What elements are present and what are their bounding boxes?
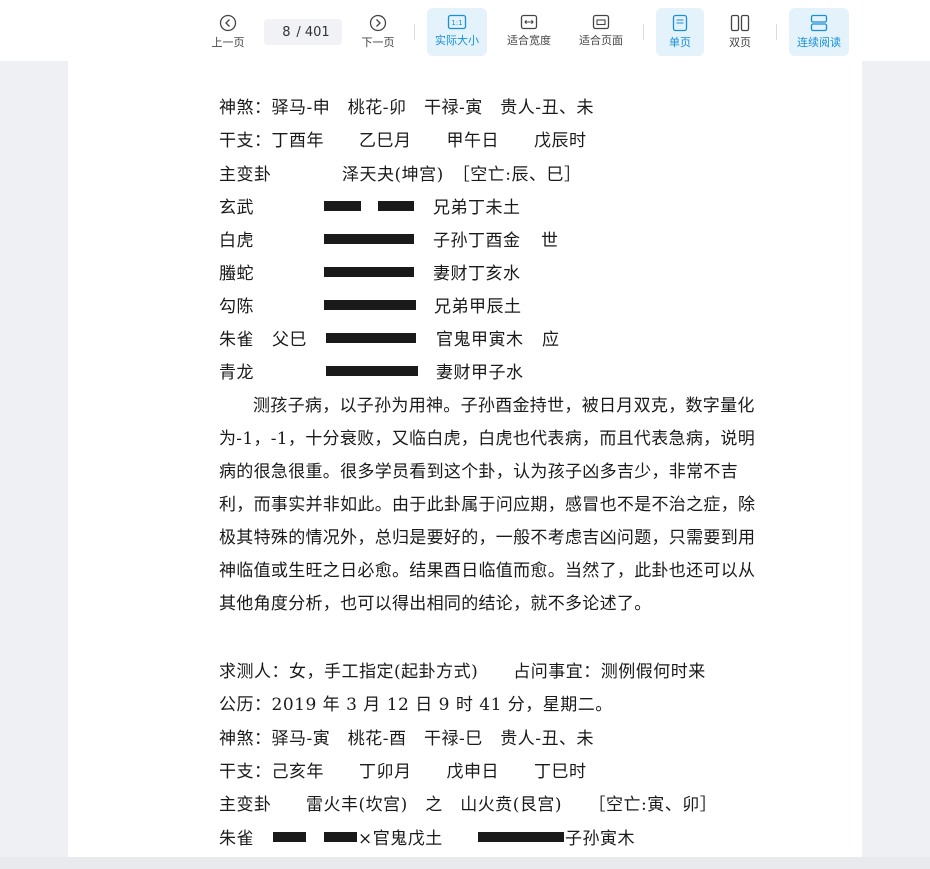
yao-text: 官鬼甲寅木 <box>436 330 524 350</box>
yao-god: 螣蛇 <box>219 264 254 284</box>
analysis-paragraph: 测孩子病，以子孙为用神。子孙酉金持世，被日月双克，数字量化为-1，-1，十分衰败… <box>219 396 756 614</box>
hexagram-label-2: 主变卦 <box>219 795 272 815</box>
fit-page-button[interactable]: 适合页面 <box>572 8 630 56</box>
actual-size-button[interactable]: 1:1 实际大小 <box>427 8 487 56</box>
bottom-strip <box>0 857 930 869</box>
continuous-read-label: 连续阅读 <box>797 36 841 49</box>
querent-line: 求测人：女，手工指定(起卦方式) 占问事宜：测例假何时来 <box>219 662 706 682</box>
hexagram-line-2: 雷火丰(坎宫) 之 山火贲(艮宫) ［空亡:寅、卯］ <box>306 795 718 815</box>
page-number-input[interactable] <box>276 24 297 40</box>
double-page-icon <box>730 14 750 32</box>
shi-marker: 世 <box>541 231 559 251</box>
yang-line <box>326 366 418 376</box>
ganzhi-line: 干支：丁酉年 乙巳月 甲午日 戊辰时 <box>219 131 587 151</box>
single-page-label: 单页 <box>669 36 691 49</box>
toolbar-divider <box>643 24 644 40</box>
yao-text: 妻财丁亥水 <box>433 264 521 284</box>
hexagram-line: 泽天夬(坤宫) ［空亡:辰、巳］ <box>342 165 582 185</box>
yang-line <box>324 267 414 277</box>
ganzhi-line-2: 干支：己亥年 丁卯月 戊申日 丁巳时 <box>219 762 587 782</box>
prev-page-button[interactable]: 上一页 <box>203 8 253 56</box>
single-page-icon <box>672 14 688 32</box>
yao-text: 兄弟甲辰土 <box>434 297 522 317</box>
continuous-read-icon <box>810 14 828 32</box>
shensha-line-2: 神煞：驿马-寅 桃花-酉 干禄-巳 贵人-丑、未 <box>219 729 594 749</box>
total-pages: / 401 <box>296 24 330 40</box>
yao-text-2: 子孙寅木 <box>565 829 635 849</box>
shensha-line: 神煞：驿马-申 桃花-卯 干禄-寅 贵人-丑、未 <box>219 98 594 118</box>
hexagram-label: 主变卦 <box>219 165 272 185</box>
single-page-button[interactable]: 单页 <box>656 8 704 56</box>
svg-text:1:1: 1:1 <box>451 19 462 27</box>
prev-page-label: 上一页 <box>211 36 245 49</box>
yin-line-right <box>378 201 414 211</box>
yao-god: 玄武 <box>219 198 254 218</box>
hidden-spirit: 父巳 <box>272 330 307 350</box>
yao-god: 白虎 <box>219 231 254 251</box>
yang-line <box>326 333 416 343</box>
yao-text: 妻财甲子水 <box>436 363 524 383</box>
yao-god-2: 朱雀 <box>219 829 254 849</box>
yao-text: 子孙丁酉金 <box>433 231 521 251</box>
page-indicator: / 401 <box>264 19 342 45</box>
yang-line <box>478 832 564 842</box>
toolbar-divider <box>414 24 415 40</box>
double-page-button[interactable]: 双页 <box>716 8 764 56</box>
fit-width-label: 适合宽度 <box>507 34 551 47</box>
fit-page-label: 适合页面 <box>579 34 623 47</box>
fit-width-button[interactable]: 适合宽度 <box>500 8 558 56</box>
yang-line <box>324 234 414 244</box>
yin-line-left <box>324 201 361 211</box>
date-line: 公历：2019 年 3 月 12 日 9 时 41 分，星期二。 <box>219 695 613 715</box>
yin-line-right <box>324 832 357 842</box>
yao-text-changing: ×官鬼戊土 <box>358 829 443 849</box>
yao-god: 朱雀 <box>219 330 254 350</box>
actual-size-icon: 1:1 <box>447 14 467 30</box>
continuous-read-button[interactable]: 连续阅读 <box>789 8 849 56</box>
next-page-button[interactable]: 下一页 <box>353 8 403 56</box>
yang-line <box>324 300 416 310</box>
chevron-right-icon <box>369 14 387 32</box>
yao-god: 勾陈 <box>219 297 254 317</box>
next-page-label: 下一页 <box>361 36 395 49</box>
fit-page-icon <box>592 14 610 30</box>
chevron-left-icon <box>219 14 237 32</box>
yao-text: 兄弟丁未土 <box>433 198 521 218</box>
yao-god: 青龙 <box>219 363 254 383</box>
fit-width-icon <box>520 14 538 30</box>
double-page-label: 双页 <box>729 36 751 49</box>
toolbar-divider <box>776 24 777 40</box>
reader-toolbar: 上一页 / 401 下一页 1:1 实际大小 适合宽度 适合页面 单页 双页 连… <box>0 0 930 61</box>
ying-marker: 应 <box>542 330 560 350</box>
yin-line-left <box>273 832 306 842</box>
actual-size-label: 实际大小 <box>435 34 479 47</box>
